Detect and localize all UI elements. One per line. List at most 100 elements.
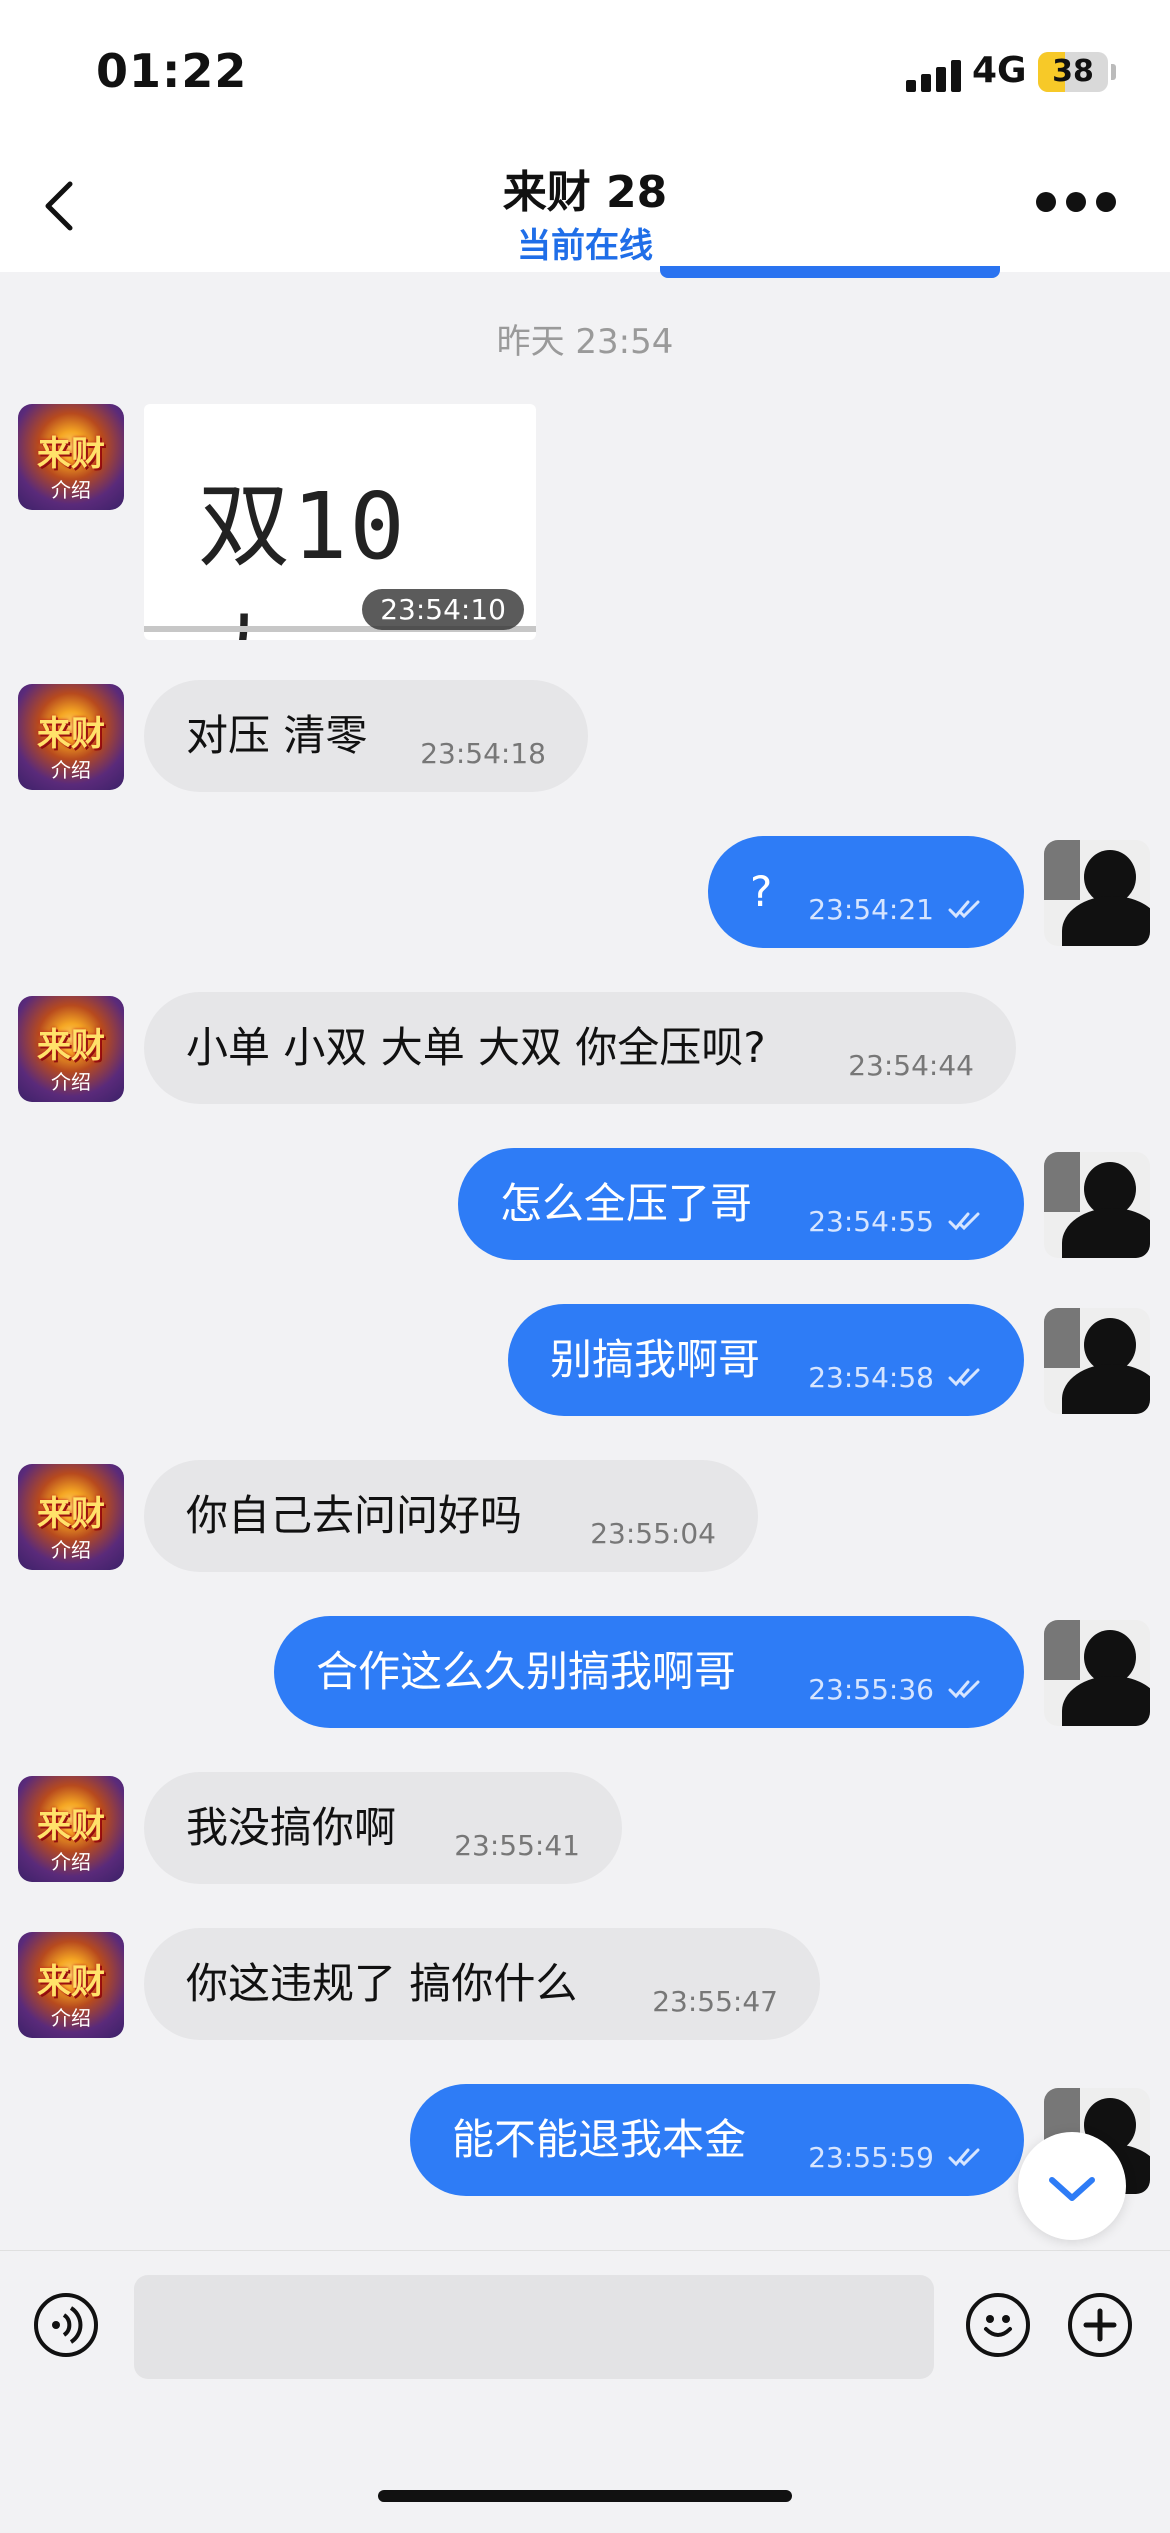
avatar-logo: 来财 xyxy=(37,714,105,754)
message-row: 来财介绍 你自己去问问好吗 23:55:04 xyxy=(0,1460,1170,1580)
sent-message-bubble[interactable]: ? 23:54:21 xyxy=(708,836,1024,948)
avatar-body xyxy=(1062,1364,1150,1414)
contact-avatar[interactable]: 来财 介绍 xyxy=(18,996,124,1102)
plus-button[interactable] xyxy=(1068,2293,1132,2357)
my-avatar[interactable] xyxy=(1044,1308,1150,1414)
received-message-bubble[interactable]: 小单 小双 大单 大双 你全压呗? 23:54:44 xyxy=(144,992,1016,1104)
image-message[interactable]: 双10 大 23:54:10 xyxy=(144,404,536,640)
received-message-bubble[interactable]: 我没搞你啊 23:55:41 xyxy=(144,1772,622,1884)
image-message-row: 来财 介绍 双10 大 23:54:10 xyxy=(0,272,1170,652)
received-message-bubble[interactable]: 对压 清零 23:54:18 xyxy=(144,680,588,792)
avatar-sub: 介绍 xyxy=(51,2006,91,2030)
read-ticks-icon xyxy=(948,2148,980,2167)
message-text: ? xyxy=(750,867,773,916)
avatar-body xyxy=(1062,1208,1150,1258)
message-timestamp: 23:54:44 xyxy=(848,1049,974,1082)
message-timestamp: 23:55:41 xyxy=(454,1829,580,1862)
image-timestamp: 23:54:10 xyxy=(362,589,524,630)
avatar-shade xyxy=(1044,840,1080,900)
message-row: 来财 介绍 对压 清零 23:54:18 xyxy=(0,680,1170,800)
message-text: 别搞我啊哥 xyxy=(550,1335,761,1384)
more-button[interactable] xyxy=(1036,192,1116,216)
avatar-logo: 来财 xyxy=(37,1494,105,1534)
message-timestamp: 23:54:58 xyxy=(808,1361,934,1394)
my-avatar[interactable] xyxy=(1044,1152,1150,1258)
avatar-shade xyxy=(1044,1308,1080,1368)
message-text: 合作这么久别搞我啊哥 xyxy=(316,1647,737,1696)
message-row: 别搞我啊哥 23:54:58 xyxy=(0,1304,1170,1424)
avatar-sub: 介绍 xyxy=(51,758,91,782)
battery-cap xyxy=(1111,64,1116,80)
voice-button[interactable] xyxy=(34,2293,98,2357)
message-text: 怎么全压了哥 xyxy=(500,1179,753,1228)
pinned-banner-edge[interactable] xyxy=(660,266,1000,278)
avatar-sub: 介绍 xyxy=(51,1538,91,1562)
battery-level: 38 xyxy=(1052,54,1094,89)
top-bar: 01:22 4G 38 来财 28 当前在线 xyxy=(0,0,1170,272)
message-timestamp: 23:55:47 xyxy=(652,1985,778,2018)
emoji-button[interactable] xyxy=(966,2293,1030,2357)
sent-message-bubble[interactable]: 别搞我啊哥 23:54:58 xyxy=(508,1304,1024,1416)
contact-avatar[interactable]: 来财 介绍 xyxy=(18,1464,124,1570)
contact-avatar[interactable]: 来财 介绍 xyxy=(18,1776,124,1882)
voice-icon xyxy=(52,2306,83,2344)
chat-area[interactable]: 昨天 23:54 来财 介绍 双10 大 23:54:10 来财介绍对压 清零2… xyxy=(0,272,1170,2250)
message-text: 小单 小双 大单 大双 你全压呗? xyxy=(186,1023,766,1072)
battery-icon: 38 xyxy=(1038,52,1108,92)
message-timestamp: 23:55:59 xyxy=(808,2141,934,2174)
avatar-sub: 介绍 xyxy=(51,1850,91,1874)
received-message-bubble[interactable]: 你自己去问问好吗 23:55:04 xyxy=(144,1460,758,1572)
my-avatar[interactable] xyxy=(1044,1620,1150,1726)
message-row: ? 23:54:21 xyxy=(0,836,1170,956)
plus-icon xyxy=(1083,2308,1117,2342)
sent-message-bubble[interactable]: 能不能退我本金 23:55:59 xyxy=(410,2084,1024,2196)
contact-avatar[interactable]: 来财 介绍 xyxy=(18,404,124,510)
avatar-logo: 来财 xyxy=(37,1026,105,1066)
avatar-logo: 来财 xyxy=(37,1962,105,2002)
avatar-shade xyxy=(1044,1152,1080,1212)
message-timestamp: 23:54:21 xyxy=(808,893,934,926)
message-row: 怎么全压了哥 23:54:55 xyxy=(0,1148,1170,1268)
avatar-logo: 来财 xyxy=(37,434,105,474)
read-ticks-icon xyxy=(948,1368,980,1387)
message-row: 能不能退我本金 23:55:59 xyxy=(0,2084,1170,2204)
chat-title: 来财 28 xyxy=(502,167,668,218)
avatar-sub: 介绍 xyxy=(51,1070,91,1094)
my-avatar[interactable] xyxy=(1044,840,1150,946)
more-dots-icon xyxy=(1036,192,1056,212)
avatar-body xyxy=(1062,896,1150,946)
message-timestamp: 23:55:36 xyxy=(808,1673,934,1706)
message-text: 能不能退我本金 xyxy=(452,2115,747,2164)
sent-message-bubble[interactable]: 合作这么久别搞我啊哥 23:55:36 xyxy=(274,1616,1024,1728)
contact-avatar[interactable]: 来财 介绍 xyxy=(18,1932,124,2038)
scroll-down-button[interactable] xyxy=(1018,2132,1126,2240)
signal-icon xyxy=(906,58,962,92)
message-row: 合作这么久别搞我啊哥 23:55:36 xyxy=(0,1616,1170,1736)
message-text: 我没搞你啊 xyxy=(186,1803,397,1852)
avatar-body xyxy=(1062,1676,1150,1726)
message-row: 来财介绍 小单 小双 大单 大双 你全压呗? 23:54:44 xyxy=(0,992,1170,1112)
emoji-icon xyxy=(984,2315,1012,2337)
avatar-shade xyxy=(1044,1620,1080,1680)
message-text: 你自己去问问好吗 xyxy=(186,1491,523,1540)
message-timestamp: 23:54:55 xyxy=(808,1205,934,1238)
avatar-sub: 介绍 xyxy=(51,478,91,502)
contact-avatar[interactable]: 来财 介绍 xyxy=(18,684,124,790)
message-timestamp: 23:55:04 xyxy=(590,1517,716,1550)
message-timestamp: 23:54:18 xyxy=(420,737,546,770)
online-status: 当前在线 xyxy=(517,226,653,266)
sent-message-bubble[interactable]: 怎么全压了哥 23:54:55 xyxy=(458,1148,1024,1260)
home-indicator[interactable] xyxy=(378,2490,792,2502)
read-ticks-icon xyxy=(948,1680,980,1699)
network-label: 4G xyxy=(972,50,1027,91)
image-cropped-text xyxy=(164,404,200,436)
message-input[interactable] xyxy=(134,2275,934,2379)
message-row: 来财介绍 我没搞你啊 23:55:41 xyxy=(0,1772,1170,1892)
read-ticks-icon xyxy=(948,900,980,919)
read-ticks-icon xyxy=(948,1212,980,1231)
chevron-down-icon xyxy=(1049,2177,1095,2201)
received-message-bubble[interactable]: 你这违规了 搞你什么 23:55:47 xyxy=(144,1928,820,2040)
status-time: 01:22 xyxy=(96,44,248,98)
message-row: 来财 介绍 你这违规了 搞你什么 23:55:47 xyxy=(0,1928,1170,2048)
avatar-logo: 来财 xyxy=(37,1806,105,1846)
